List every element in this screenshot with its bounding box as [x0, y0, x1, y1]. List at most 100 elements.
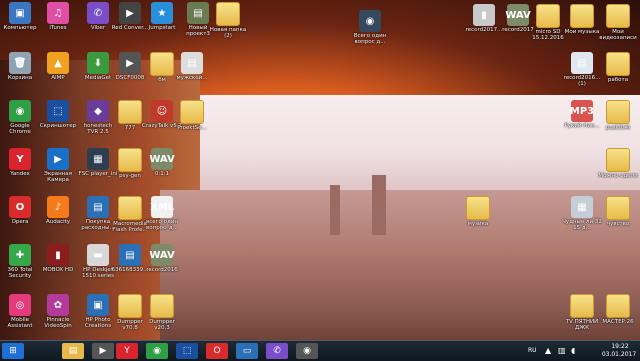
desktop-icon-label: AIMP	[51, 75, 65, 81]
desktop-icon-muzhskoi[interactable]: ▤ мужской...	[172, 52, 212, 81]
desktop-wallpaper: ▣ Компьютер ♫ iTunes ✆ Viber ▶ Red Conver... ★ Ju…	[0, 0, 640, 340]
desktop-icon-mymusic[interactable]: Мои музыка	[562, 4, 602, 35]
desktop-icon-ekran[interactable]: ▶ Экранная Камера	[38, 148, 78, 183]
taskbar-monitor-button[interactable]: ▭	[236, 343, 258, 359]
desktop-icon-label: Google Chrome	[9, 123, 31, 135]
desktop-icon-muzika[interactable]: музика	[458, 196, 498, 227]
desktop-icon-record3[interactable]: ▤ record2016... (1)	[562, 52, 602, 87]
newfolder-icon	[216, 2, 240, 26]
red-icon: ▶	[119, 2, 141, 24]
pinnacle-icon: ✿	[47, 294, 69, 316]
desktop-icon-label: Экранная Камера	[44, 171, 72, 183]
desktop-icon-label: чувство	[606, 221, 630, 227]
tray-arrow-icon[interactable]: ▲	[545, 346, 555, 356]
taskbar-screenshot-button[interactable]: ⬚	[176, 343, 198, 359]
desktop-icon-itunes[interactable]: ♫ iTunes	[38, 2, 78, 31]
clock-time[interactable]: 19:22	[604, 343, 636, 350]
desktop-icon-newfolder[interactable]: Новая папка (2)	[208, 2, 248, 39]
desktop-icon-label: Jumpstart	[148, 25, 176, 31]
wallpaper-spire	[372, 175, 386, 235]
taskbar-chrome-button[interactable]: ◉	[146, 343, 168, 359]
all1-icon: ◉	[359, 10, 381, 32]
network-icon[interactable]: ▥	[558, 346, 568, 356]
secure-icon: ✚	[9, 244, 31, 266]
muzhskoi-icon: ▤	[181, 52, 203, 74]
desktop-icon-master[interactable]: МАСТЕР.26	[598, 294, 638, 325]
desktop-icon-label: Pinnacle VideoSpin	[44, 317, 72, 329]
desktop-icon-pinnacle[interactable]: ✿ Pinnacle VideoSpin	[38, 294, 78, 329]
taskbar-viber-button[interactable]: ✆	[266, 343, 288, 359]
taskbar-explorer-button[interactable]: ▤	[62, 343, 84, 359]
desktop-icon-dump2[interactable]: Dumpper v20.3	[142, 294, 182, 331]
desktop-icon-trash[interactable]: 🗑 Корзина	[0, 52, 40, 81]
desktop-icon-label: Рукий Ник...	[564, 123, 600, 129]
chudnie-icon: ▦	[571, 196, 593, 218]
desktop-icon-secure[interactable]: ✚ 360 Total Security	[0, 244, 40, 279]
hp1-icon: ▬	[87, 244, 109, 266]
aimp-icon: ▲	[47, 52, 69, 74]
hpphoto-icon: ▣	[87, 294, 109, 316]
new1-icon: ▤	[187, 2, 209, 24]
computer-icon: ▣	[9, 2, 31, 24]
desktop-icon-wav2[interactable]: WAV record2016	[142, 244, 182, 273]
desktop-icon-pusk[interactable]: pusk0(4)	[598, 100, 638, 131]
desktop-icon-aimp[interactable]: ▲ AIMP	[38, 52, 78, 81]
pokupka-icon: ▤	[87, 196, 109, 218]
desktop-icon-rabota[interactable]: работа	[598, 52, 638, 83]
clock-date[interactable]: 03.01.2017	[600, 351, 638, 358]
desktop-icon-chrome[interactable]: ◉ Google Chrome	[0, 100, 40, 135]
desktop-icon-label: 0:1:1	[154, 171, 170, 177]
taskbar-start-button[interactable]: ⊞	[2, 343, 24, 359]
honestech-icon: ◆	[87, 100, 109, 122]
desktop-icon-jumpstart[interactable]: ★ Jumpstart	[142, 2, 182, 31]
taskbar-media-button[interactable]: ▶	[92, 343, 114, 359]
macro-icon	[118, 196, 142, 220]
taskbar-opera-button[interactable]: O	[206, 343, 228, 359]
desktop-icon-label: pusk0(4)	[605, 125, 631, 131]
mozh-icon	[606, 148, 630, 172]
tv-icon	[570, 294, 594, 318]
desktop-icon-all1[interactable]: ◉ Всего один вопрос д...	[350, 10, 390, 45]
taskbar-cam-button[interactable]: ◉	[296, 343, 318, 359]
desktop-icon-opera[interactable]: O Opera	[0, 196, 40, 225]
dump1-icon	[118, 294, 142, 318]
wallpaper-spire	[330, 185, 340, 235]
desktop-icon-label: мужской...	[176, 75, 208, 81]
desktop-icon-tv[interactable]: TV ПЯТНИЙ ДЖК	[562, 294, 602, 331]
desktop-icon-audacity[interactable]: ♪ Audacity	[38, 196, 78, 225]
desktop-icon-computer[interactable]: ▣ Компьютер	[0, 2, 40, 31]
itunes-icon: ♫	[47, 2, 69, 24]
desktop-icon-skrin[interactable]: ⬚ Скриншотер	[38, 100, 78, 129]
desktop-icon-label: 360 Total Security	[7, 267, 33, 279]
desktop-icon-mobox[interactable]: ▮ MOBOX HD	[38, 244, 78, 273]
mediaget-icon: ⬇	[87, 52, 109, 74]
desktop-icon-label: Mobile Assistant	[7, 317, 33, 329]
desktop-icon-label: Yandex	[10, 171, 30, 177]
desktop-icon-label: Корзина	[7, 75, 33, 81]
desktop-icon-chudnie[interactable]: ▦ Чудные ли 32 15 д...	[562, 196, 602, 231]
desktop-icon-chuvstvo[interactable]: чувство	[598, 196, 638, 227]
taskbar-yandex-button[interactable]: Y	[116, 343, 138, 359]
desktop-icon-mobile[interactable]: ◎ Mobile Assistant	[0, 294, 40, 329]
desktop-icon-yandex[interactable]: Y Yandex	[0, 148, 40, 177]
q777-icon	[118, 100, 142, 124]
desktop-icon-proekt[interactable]: ProektSe...	[172, 100, 212, 131]
desktop-icon-myvideo[interactable]: Мои видеозаписи	[598, 4, 638, 41]
desktop-icon-mozh[interactable]: Можно-сдели	[598, 148, 638, 179]
mp3-icon: MP3	[570, 100, 594, 122]
desktop-icon-mp3[interactable]: MP3 Рукий Ник...	[562, 100, 602, 129]
desktop-icon-label: Чудные ли 32 15 д...	[562, 219, 602, 231]
myvideo-icon	[606, 4, 630, 28]
language-indicator[interactable]: RU	[528, 347, 537, 354]
volume-icon[interactable]: ◖	[571, 346, 581, 356]
wav1-icon: WAV	[149, 148, 175, 170]
rabota-icon	[606, 52, 630, 76]
desktop-icon-wav1[interactable]: WAV 0:1:1	[142, 148, 182, 177]
record1-icon: ▮	[473, 4, 495, 26]
desktop-icon-label: iTunes	[49, 25, 67, 31]
desktop-icon-xml[interactable]: XML всего один вопрос_д...	[142, 196, 182, 231]
desktop-icon-label: Dumpper v20.3	[149, 319, 175, 331]
desktop-icon-label: МАСТЕР.26	[602, 319, 634, 325]
desktop-icon-label: Компьютер	[3, 25, 37, 31]
trash-icon: 🗑	[9, 52, 31, 74]
